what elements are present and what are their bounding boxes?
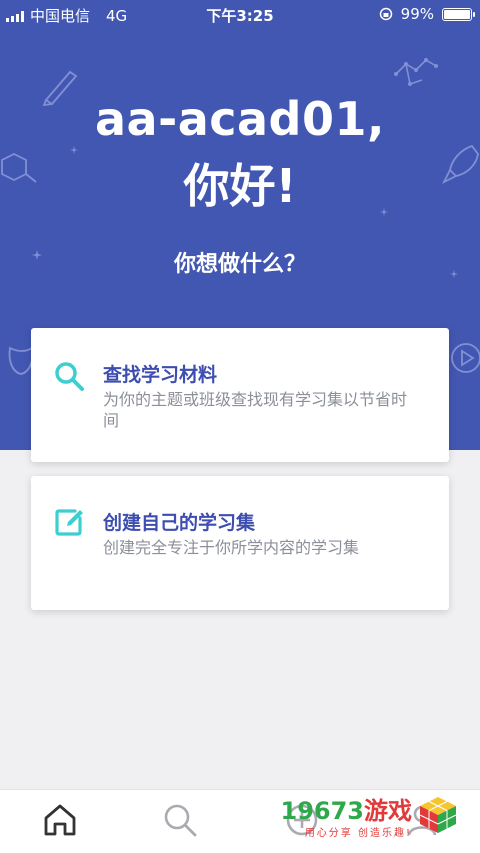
greeting-hello: 你好! xyxy=(183,159,297,213)
watermark-number: 19673 xyxy=(280,797,365,825)
battery-percent-label: 99% xyxy=(400,5,434,23)
play-doodle-icon xyxy=(451,343,480,373)
greeting-username: aa-acad01, xyxy=(95,92,385,146)
battery-fill xyxy=(444,9,470,19)
create-set-card[interactable]: 创建自己的学习集 创建完全专注于你所学内容的学习集 xyxy=(31,476,449,610)
search-icon xyxy=(55,362,84,391)
watermark-text: 19673游戏 用心分享 创造乐趣! xyxy=(281,791,413,839)
cube-logo-icon xyxy=(419,797,457,833)
create-set-description: 创建完全专注于你所学内容的学习集 xyxy=(103,538,360,557)
find-materials-description: 为你的主题或班级查找现有学习集以节省时间 xyxy=(103,390,408,430)
find-materials-title: 查找学习材料 xyxy=(103,364,218,386)
constellation-doodle-icon xyxy=(394,58,438,86)
battery-icon xyxy=(442,7,475,21)
status-bar: 中国电信 4G 下午3:25 99% xyxy=(0,0,480,28)
rotation-lock-icon xyxy=(379,7,392,21)
watermark-brand: 19673游戏 xyxy=(281,791,413,826)
find-materials-card[interactable]: 查找学习材料 为你的主题或班级查找现有学习集以节省时间 xyxy=(31,328,449,462)
edit-icon xyxy=(55,509,83,536)
greeting-question: 你想做什么？ xyxy=(173,252,306,277)
watermark: 19673游戏 用心分享 创造乐趣! xyxy=(281,791,459,839)
home-icon[interactable] xyxy=(40,800,80,840)
watermark-brand-text: 游戏 xyxy=(364,797,412,825)
status-right: 99% xyxy=(379,5,475,23)
create-set-title: 创建自己的学习集 xyxy=(103,512,256,534)
search-icon[interactable] xyxy=(160,800,200,840)
watermark-slogan: 用心分享 创造乐趣! xyxy=(304,828,412,839)
